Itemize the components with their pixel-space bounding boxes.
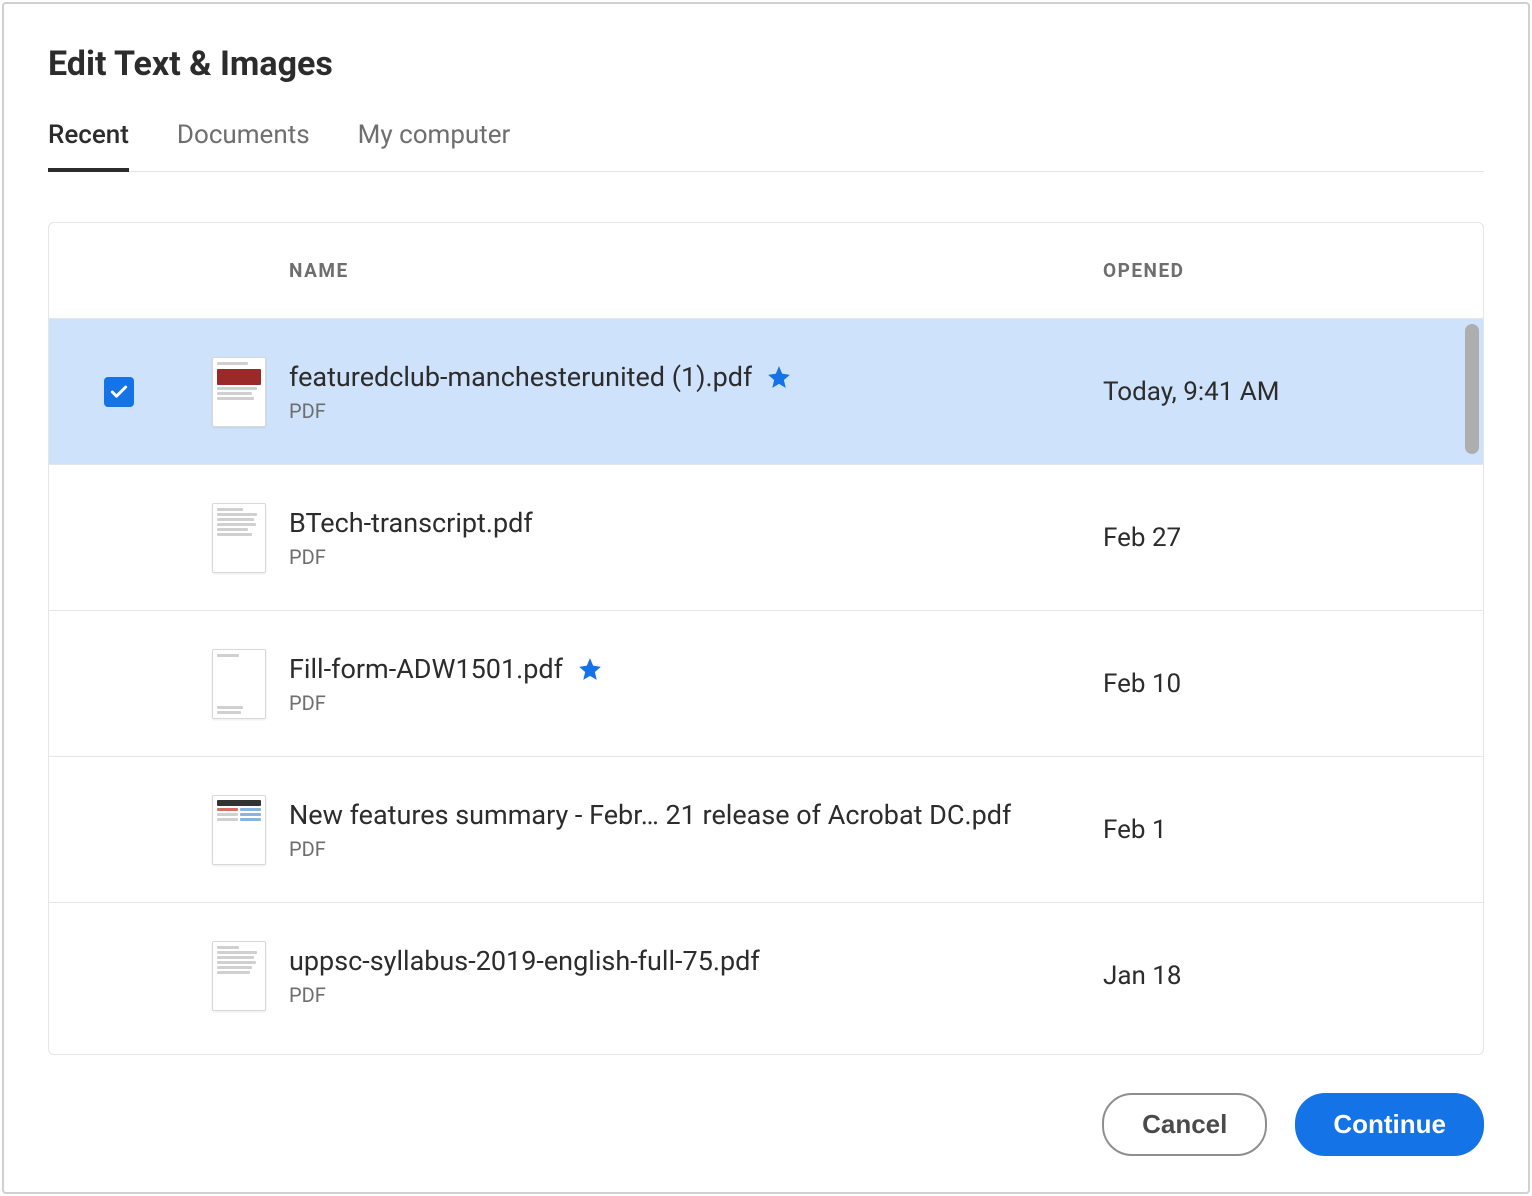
file-opened: Today, 9:41 AM [1103, 377, 1483, 407]
file-name: featuredclub-manchesterunited (1).pdf [289, 361, 752, 393]
file-thumbnail [212, 649, 266, 719]
table-row[interactable]: Fill-form-ADW1501.pdf PDF Feb 10 [49, 610, 1483, 756]
file-type: PDF [289, 837, 1083, 861]
file-name: uppsc-syllabus-2019-english-full-75.pdf [289, 945, 760, 977]
table-row[interactable]: uppsc-syllabus-2019-english-full-75.pdf … [49, 902, 1483, 1048]
file-thumbnail [212, 357, 266, 427]
file-type: PDF [289, 691, 1083, 715]
file-type: PDF [289, 399, 1083, 423]
file-thumbnail [212, 503, 266, 573]
star-icon[interactable] [577, 656, 603, 682]
file-opened: Jan 18 [1103, 961, 1483, 991]
file-type: PDF [289, 983, 1083, 1007]
continue-button[interactable]: Continue [1295, 1093, 1484, 1156]
file-type: PDF [289, 545, 1083, 569]
file-table: NAME OPENED [48, 222, 1484, 1055]
table-header: NAME OPENED [49, 223, 1483, 318]
file-opened: Feb 27 [1103, 523, 1483, 553]
file-thumbnail [212, 941, 266, 1011]
tabs-bar: Recent Documents My computer [48, 120, 1484, 172]
tab-documents[interactable]: Documents [177, 120, 310, 172]
file-name: Fill-form-ADW1501.pdf [289, 653, 563, 685]
file-opened: Feb 1 [1103, 815, 1483, 845]
table-row[interactable]: BTech-transcript.pdf PDF Feb 27 [49, 464, 1483, 610]
cancel-button[interactable]: Cancel [1102, 1093, 1267, 1156]
table-row[interactable]: New features summary - Febr… 21 release … [49, 756, 1483, 902]
dialog-title: Edit Text & Images [48, 44, 1484, 84]
file-rows[interactable]: featuredclub-manchesterunited (1).pdf PD… [49, 318, 1483, 1054]
star-icon[interactable] [766, 364, 792, 390]
tab-my-computer[interactable]: My computer [358, 120, 511, 172]
tab-recent[interactable]: Recent [48, 120, 129, 172]
check-icon [109, 382, 129, 402]
file-opened: Feb 10 [1103, 669, 1483, 699]
scrollbar-thumb[interactable] [1465, 324, 1479, 454]
file-name: BTech-transcript.pdf [289, 507, 533, 539]
file-name: New features summary - Febr… 21 release … [289, 799, 1011, 831]
dialog-footer: Cancel Continue [48, 1055, 1484, 1156]
table-row[interactable]: featuredclub-manchesterunited (1).pdf PD… [49, 318, 1483, 464]
file-picker-dialog: Edit Text & Images Recent Documents My c… [2, 2, 1530, 1194]
column-header-name[interactable]: NAME [289, 259, 1103, 282]
column-header-opened[interactable]: OPENED [1103, 259, 1483, 282]
row-checkbox[interactable] [104, 377, 134, 407]
file-thumbnail [212, 795, 266, 865]
